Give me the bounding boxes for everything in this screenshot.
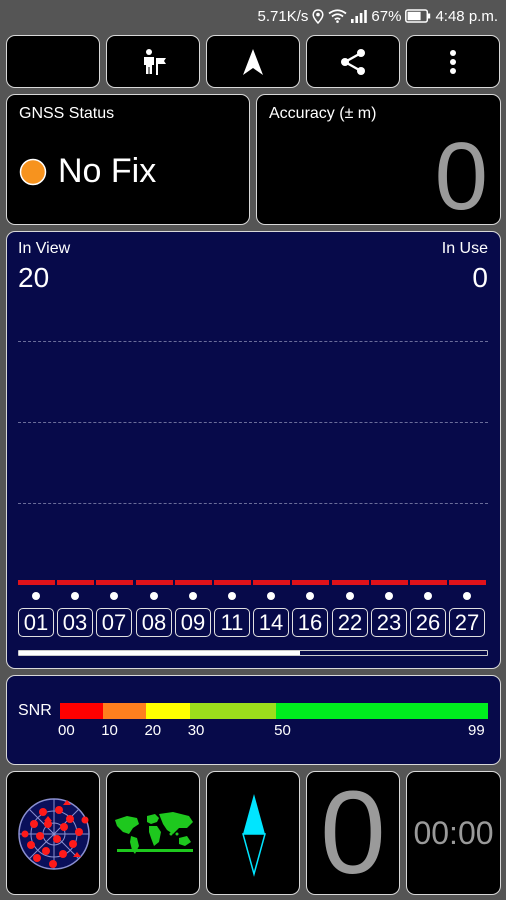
snr-legend-panel (6, 675, 501, 765)
satellite-signal-bar (96, 580, 133, 585)
in-view-value: 20 (18, 262, 50, 293)
share-icon (341, 48, 365, 75)
flag-person-icon (144, 48, 166, 75)
snr-color-segment (60, 703, 104, 719)
satellite-dot (424, 592, 432, 600)
snr-tick-label: 20 (144, 722, 162, 739)
satellite-dot (71, 592, 79, 600)
timer-card: 00:00 (406, 771, 501, 895)
wifi-icon (328, 9, 347, 23)
battery-icon (405, 9, 431, 23)
snr-color-segment (189, 703, 277, 719)
satellite-dot (228, 592, 236, 600)
satellite-signal-bar (371, 580, 408, 585)
more-options-button[interactable] (406, 35, 500, 88)
satellite-id[interactable]: 08 (136, 608, 172, 637)
snr-color-segment (103, 703, 147, 719)
accuracy-value: 0 (434, 123, 488, 225)
accuracy-title: Accuracy (± m) (269, 105, 377, 122)
network-speed: 5.71K/s (257, 7, 309, 25)
fix-status-dot-icon (19, 158, 47, 186)
satellite-signal-bar (292, 580, 329, 585)
battery-percent: 67% (371, 7, 402, 25)
grid-line (18, 341, 488, 342)
signal-icon (351, 9, 368, 23)
satellite-id[interactable]: 27 (449, 608, 485, 637)
satellite-id[interactable]: 14 (253, 608, 289, 637)
in-view-label: In View (18, 240, 71, 257)
sky-plot-icon (18, 798, 90, 870)
more-vertical-icon (450, 49, 456, 74)
snr-color-segment (146, 703, 190, 719)
gnss-status-title: GNSS Status (19, 105, 115, 122)
in-use-label: In Use (441, 240, 488, 257)
satellite-signal-bar (175, 580, 212, 585)
speed-value: 0 (320, 771, 386, 895)
moon-icon (46, 50, 57, 73)
satellite-signal-bar (57, 580, 94, 585)
grid-line (18, 422, 488, 423)
satellite-signal-bar (136, 580, 173, 585)
satellite-dot (189, 592, 197, 600)
snr-color-segment (276, 703, 488, 719)
world-map-icon (115, 812, 193, 854)
snr-label: SNR (18, 702, 52, 719)
in-use-value: 0 (472, 262, 488, 293)
status-bar: 5.71K/s 67% 4:48 p.m. (0, 0, 506, 32)
snr-tick-label: 30 (187, 722, 205, 739)
scrollbar-thumb[interactable] (19, 651, 300, 655)
navigation-arrow-icon (243, 48, 263, 75)
satellite-dot (32, 592, 40, 600)
snr-tick-label: 00 (58, 722, 75, 739)
satellite-scrollbar[interactable] (18, 650, 488, 656)
satellite-id[interactable]: 22 (332, 608, 368, 637)
fix-status-text: No Fix (58, 152, 157, 190)
timer-value: 00:00 (413, 814, 494, 851)
sky-plot-button[interactable] (6, 771, 100, 895)
compass-icon (242, 794, 266, 877)
satellite-dot (346, 592, 354, 600)
accuracy-card: Accuracy (± m) 0 (256, 94, 501, 225)
clock: 4:48 p.m. (435, 7, 498, 25)
satellite-id[interactable]: 07 (96, 608, 132, 637)
navigate-button[interactable] (206, 35, 300, 88)
satellite-signal-bar (253, 580, 290, 585)
night-mode-button[interactable] (6, 35, 100, 88)
satellite-id[interactable]: 09 (175, 608, 211, 637)
grid-line (18, 503, 488, 504)
satellite-signal-bar (410, 580, 447, 585)
satellite-id[interactable]: 11 (214, 608, 250, 637)
satellite-signal-bar (449, 580, 486, 585)
satellite-id[interactable]: 26 (410, 608, 446, 637)
satellite-signal-bar (18, 580, 55, 585)
satellite-dot (150, 592, 158, 600)
ground-truth-button[interactable] (106, 35, 200, 88)
compass-button[interactable] (206, 771, 300, 895)
location-icon (312, 8, 324, 24)
satellite-signal-panel (6, 231, 501, 669)
satellite-signal-bar (332, 580, 369, 585)
satellite-signal-bar (214, 580, 251, 585)
share-button[interactable] (306, 35, 400, 88)
satellite-id[interactable]: 16 (292, 608, 328, 637)
satellite-id[interactable]: 03 (57, 608, 93, 637)
satellite-id[interactable]: 23 (371, 608, 407, 637)
satellite-dot (306, 592, 314, 600)
speed-card: 0 (306, 771, 400, 895)
snr-tick-label: 99 (468, 722, 485, 739)
satellite-dot (385, 592, 393, 600)
satellite-dot (110, 592, 118, 600)
satellite-dot (267, 592, 275, 600)
world-map-button[interactable] (106, 771, 200, 895)
satellite-dot (463, 592, 471, 600)
satellite-id[interactable]: 01 (18, 608, 54, 637)
snr-tick-label: 10 (101, 722, 118, 739)
snr-tick-label: 50 (274, 722, 291, 739)
